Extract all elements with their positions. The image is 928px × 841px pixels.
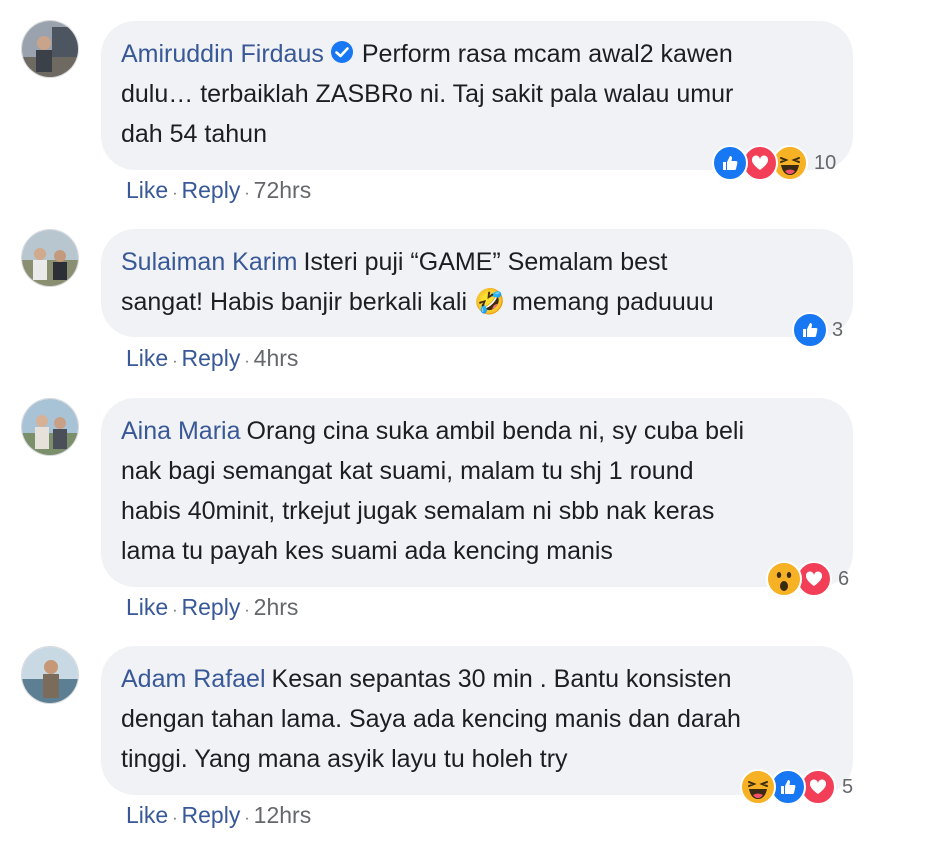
wow-icon xyxy=(766,561,802,597)
reaction-count: 5 xyxy=(842,775,854,798)
dot-separator: · xyxy=(244,185,250,202)
like-icon xyxy=(712,145,748,181)
comment-author[interactable]: Aina Maria xyxy=(121,417,241,445)
like-icon xyxy=(792,312,828,348)
verified-badge-icon xyxy=(330,36,354,63)
comment-time[interactable]: 2hrs xyxy=(254,594,299,620)
reactions-summary[interactable]: 3 xyxy=(792,312,843,348)
haha-icon xyxy=(740,769,776,805)
like-button[interactable]: Like xyxy=(126,802,168,828)
comment-actions: Like · Reply · 12hrs xyxy=(126,801,311,833)
like-button[interactable]: Like xyxy=(126,345,168,371)
dot-separator: · xyxy=(172,810,178,827)
comment-time[interactable]: 12hrs xyxy=(254,802,312,828)
reactions-summary[interactable]: 6 xyxy=(766,561,849,597)
reaction-count: 10 xyxy=(814,151,837,174)
dot-separator: · xyxy=(244,602,250,619)
comment-time[interactable]: 4hrs xyxy=(254,345,299,371)
comment-actions: Like · Reply · 4hrs xyxy=(126,344,298,376)
dot-separator: · xyxy=(172,602,178,619)
reactions-summary[interactable]: 5 xyxy=(740,769,853,805)
rofl-emoji-icon: 🤣 xyxy=(473,288,506,316)
avatar[interactable] xyxy=(21,229,79,287)
comment-bubble: Sulaiman Karim Isteri puji “GAME” Semalam… xyxy=(101,229,853,337)
dot-separator: · xyxy=(172,185,178,202)
comment-author[interactable]: Amiruddin Firdaus xyxy=(121,40,324,68)
comment-actions: Like · Reply · 72hrs xyxy=(126,176,311,208)
like-button[interactable]: Like xyxy=(126,177,168,203)
avatar[interactable] xyxy=(21,20,79,78)
reply-button[interactable]: Reply xyxy=(182,802,241,828)
comment-actions: Like · Reply · 2hrs xyxy=(126,593,298,625)
comment-author[interactable]: Adam Rafael xyxy=(121,665,266,693)
comment-author[interactable]: Sulaiman Karim xyxy=(121,248,297,276)
avatar[interactable] xyxy=(21,646,79,704)
reaction-count: 3 xyxy=(832,318,844,341)
reply-button[interactable]: Reply xyxy=(182,177,241,203)
reply-button[interactable]: Reply xyxy=(182,345,241,371)
avatar[interactable] xyxy=(21,398,79,456)
dot-separator: · xyxy=(244,353,250,370)
comment-time[interactable]: 72hrs xyxy=(254,177,312,203)
dot-separator: · xyxy=(172,353,178,370)
like-button[interactable]: Like xyxy=(126,594,168,620)
reaction-count: 6 xyxy=(838,567,850,590)
reply-button[interactable]: Reply xyxy=(182,594,241,620)
comment-bubble: Aina Maria Orang cina suka ambil benda ni… xyxy=(101,398,853,587)
dot-separator: · xyxy=(244,810,250,827)
comment-text-end: memang paduuuu xyxy=(505,288,714,316)
reactions-summary[interactable]: 10 xyxy=(712,145,836,181)
